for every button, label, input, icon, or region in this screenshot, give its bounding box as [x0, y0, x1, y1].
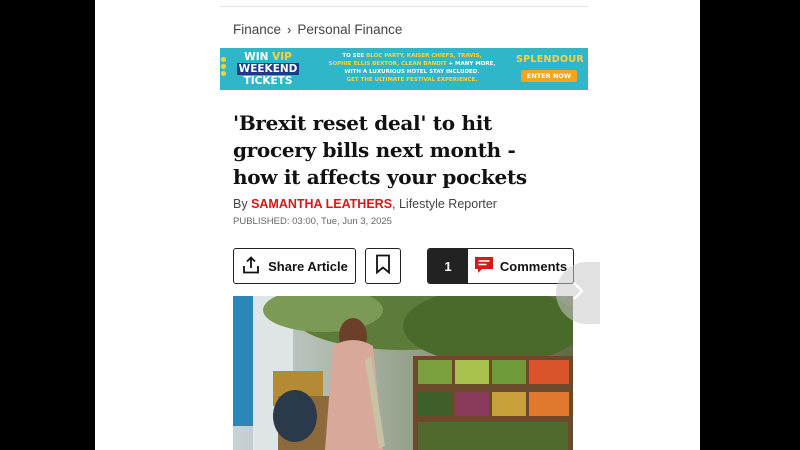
share-article-label: Share Article	[268, 258, 348, 274]
top-divider	[220, 6, 588, 7]
decorative-dots-icon	[221, 56, 229, 82]
ad-line3: WITH A LUXURIOUS HOTEL STAY INCLUDED.	[344, 69, 480, 75]
ad-tickets-text: TICKETS	[243, 75, 293, 87]
published-date: PUBLISHED: 03:00, Tue, Jun 3, 2025	[233, 216, 392, 227]
ad-line1-acts: BLOC PARTY, KAISER CHIEFS, TRAVIS,	[366, 53, 482, 59]
chevron-right-icon	[571, 280, 585, 307]
breadcrumb-finance[interactable]: Finance	[233, 22, 281, 37]
share-article-button[interactable]: Share Article	[233, 248, 356, 284]
breadcrumb: Finance › Personal Finance	[233, 20, 402, 38]
comments-button[interactable]: 1 Comments	[427, 248, 574, 284]
article-page: Finance › Personal Finance WIN VIP WEEKE…	[95, 0, 700, 450]
ad-brand-logo: SPLENDOUR	[516, 54, 584, 65]
byline-prefix: By	[233, 197, 252, 211]
ad-weekend-text: WEEKEND	[236, 63, 300, 75]
article-hero-image	[233, 296, 573, 450]
comments-label: Comments	[499, 258, 568, 274]
ad-vip-text: VIP	[268, 51, 292, 63]
chevron-right-icon: ›	[287, 21, 292, 37]
comments-label-wrap: Comments	[468, 249, 573, 283]
advertisement-banner[interactable]: WIN VIP WEEKEND TICKETS TO SEE BLOC PART…	[220, 48, 588, 90]
ad-enter-now-button[interactable]: ENTER NOW	[521, 70, 577, 82]
ad-line2-suffix: + MANY MORE,	[446, 61, 496, 67]
ad-line1-prefix: TO SEE	[342, 53, 367, 59]
ad-line2-acts: SOPHIE ELLIS BEXTOR, CLEAN BANDIT	[328, 61, 447, 67]
bookmark-button[interactable]	[365, 248, 401, 284]
comment-bubble-icon	[474, 256, 494, 277]
author-role: , Lifestyle Reporter	[392, 197, 497, 211]
ad-win-tickets: WIN VIP WEEKEND TICKETS	[232, 51, 304, 87]
ad-win-text: WIN	[244, 51, 269, 63]
byline: By SAMANTHA LEATHERS, Lifestyle Reporter	[233, 197, 497, 211]
ad-line4: GET THE ULTIMATE FESTIVAL EXPERIENCE.	[346, 77, 478, 83]
author-link[interactable]: SAMANTHA LEATHERS	[251, 197, 392, 211]
comment-count: 1	[428, 249, 468, 283]
breadcrumb-personal-finance[interactable]: Personal Finance	[297, 22, 402, 37]
bookmark-icon	[375, 254, 391, 279]
article-headline: 'Brexit reset deal' to hit grocery bills…	[233, 111, 527, 189]
share-icon	[241, 255, 261, 278]
ad-details: TO SEE BLOC PARTY, KAISER CHIEFS, TRAVIS…	[314, 52, 510, 84]
